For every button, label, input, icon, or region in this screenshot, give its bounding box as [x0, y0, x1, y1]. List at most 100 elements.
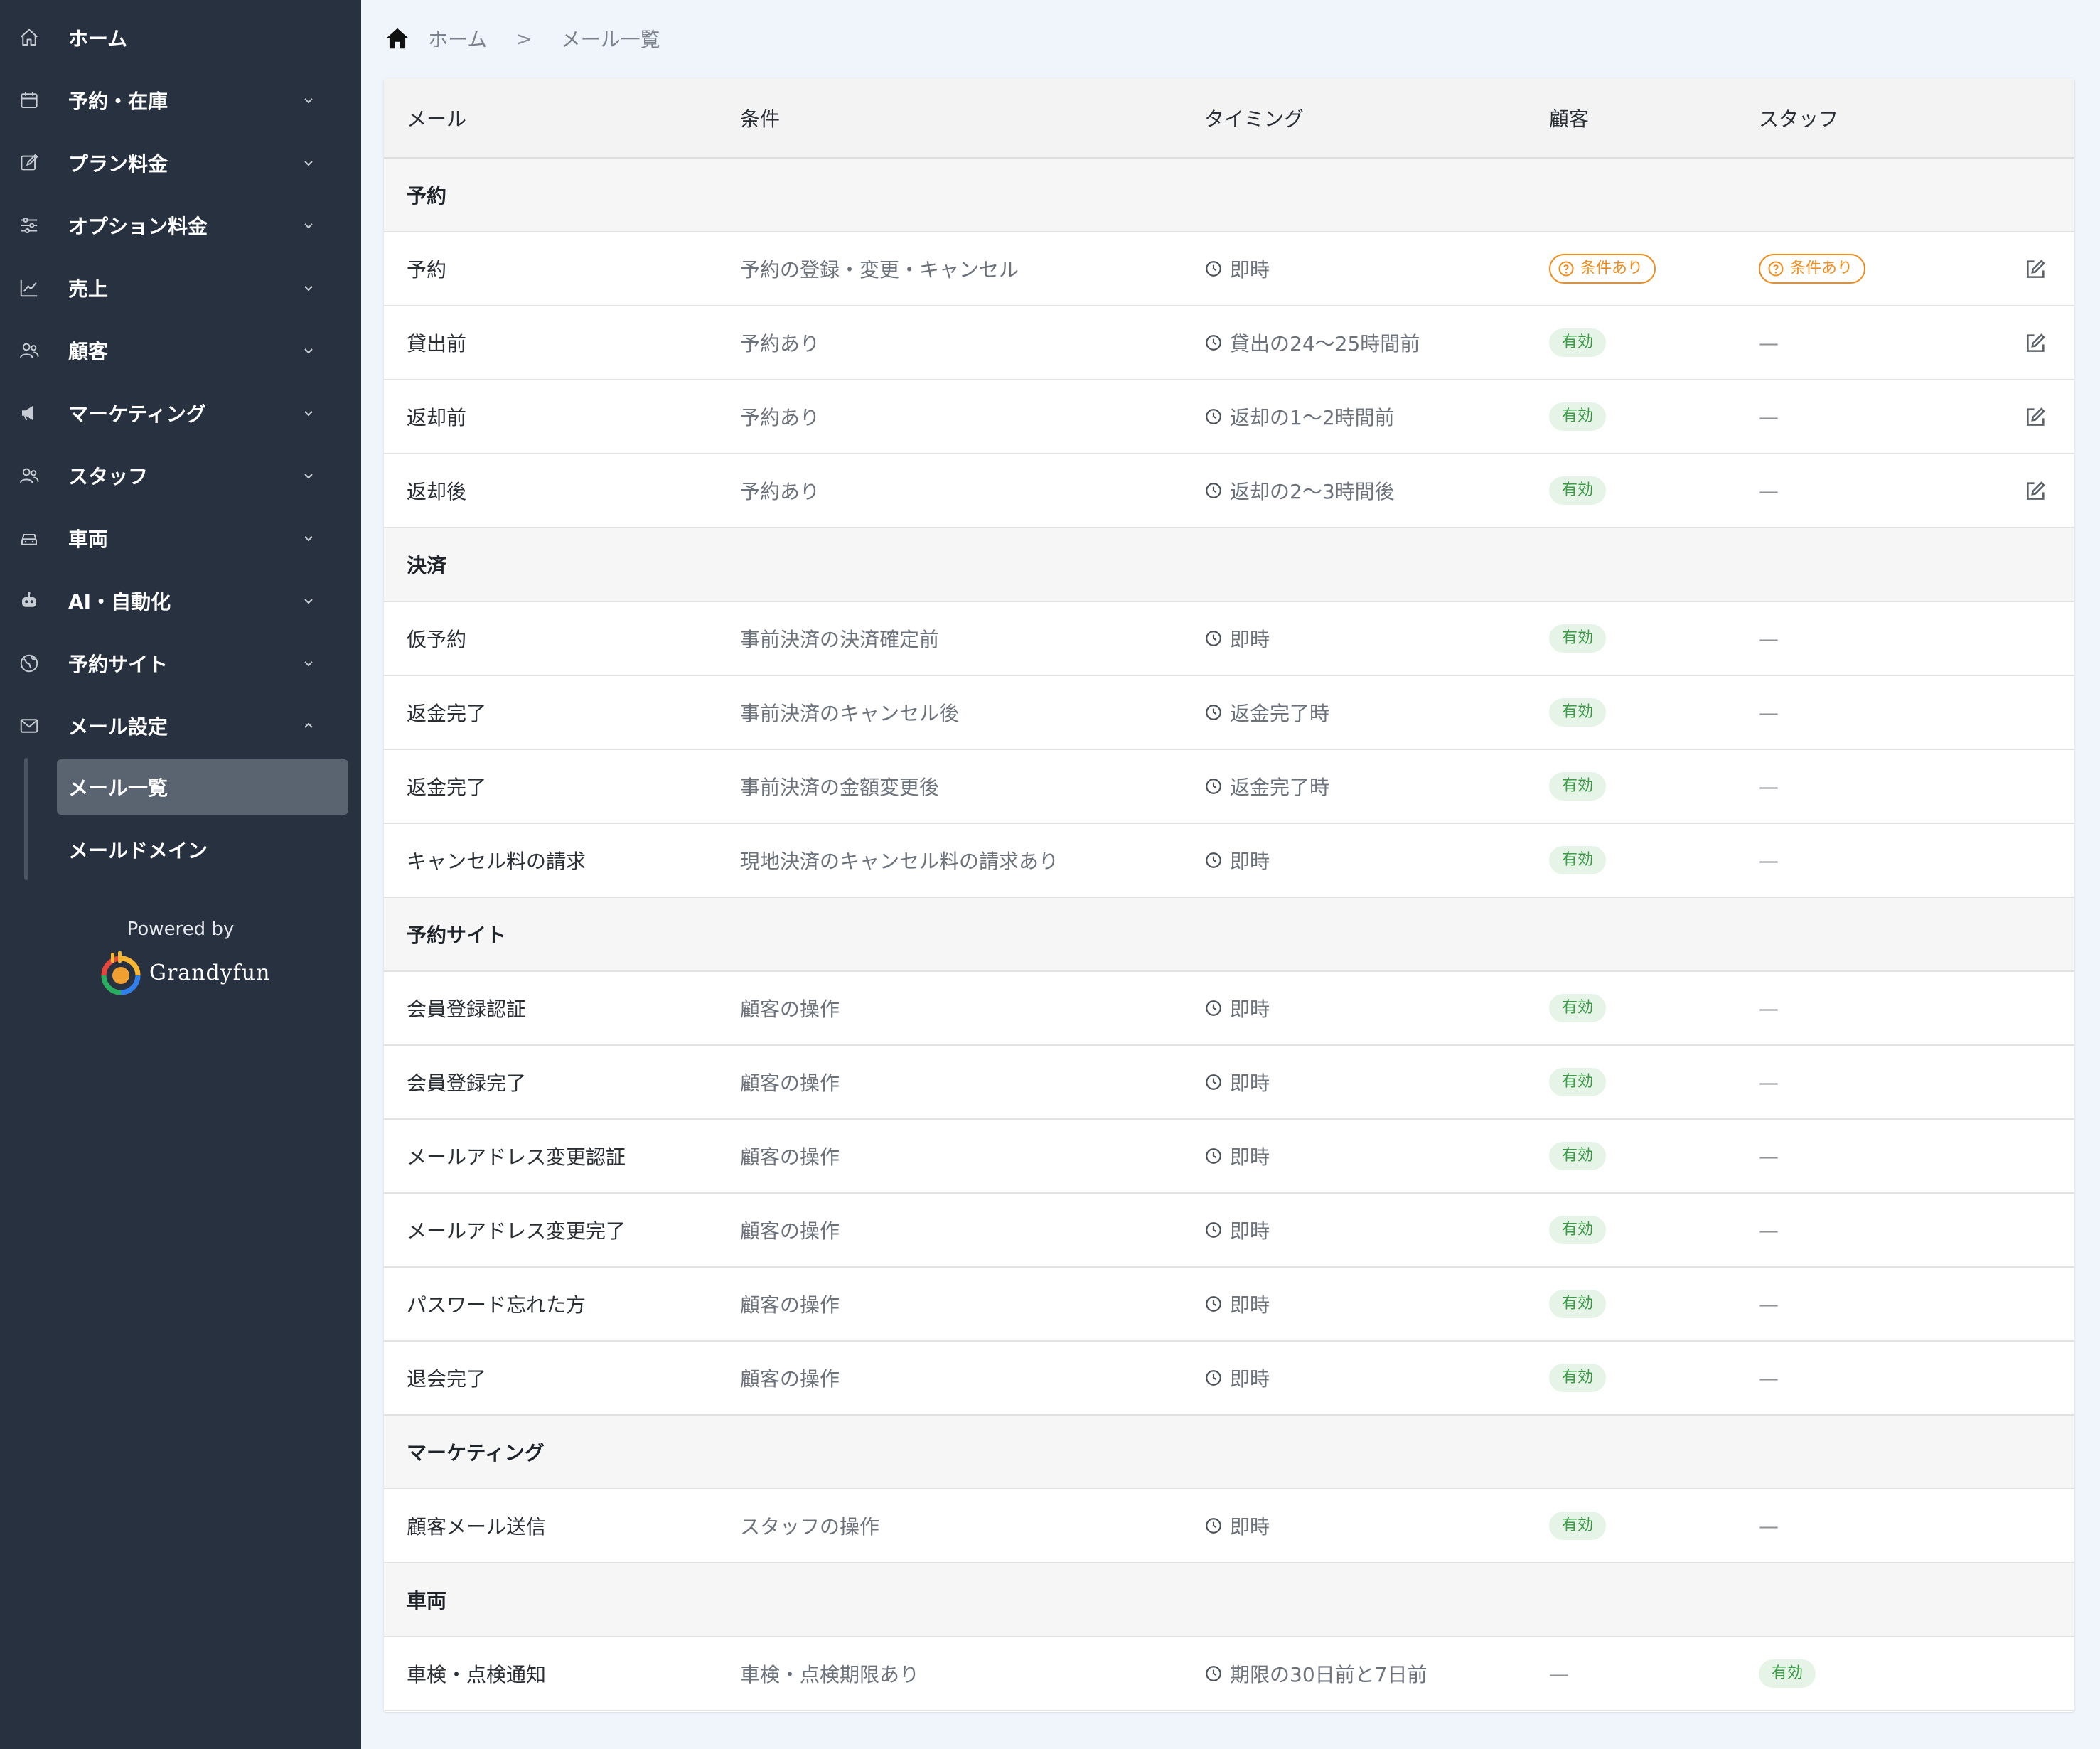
staff-status-cell: —: [1736, 380, 1985, 454]
sidebar: Powered by Grandyfun ホーム 予約・在庫 プラン料金 オプション料…: [0, 0, 361, 1749]
mail-name-cell: 退会完了: [384, 1341, 717, 1416]
timing-value: 貸出の24〜25時間前: [1204, 328, 1420, 357]
table-row: 会員登録認証 顧客の操作 即時 有効 —: [384, 971, 2074, 1046]
timing-value: 即時: [1204, 994, 1270, 1022]
section-title: 車両: [384, 1563, 2074, 1637]
edit-icon[interactable]: [2023, 478, 2047, 502]
clock-icon: [1204, 1517, 1223, 1535]
calendar-icon: [17, 88, 41, 112]
mail-name-cell: 返金完了: [384, 749, 717, 824]
staff-status-cell: 条件あり: [1736, 232, 1985, 306]
status-badge: 有効: [1549, 328, 1607, 357]
edit-icon[interactable]: [2023, 331, 2047, 354]
actions-cell: [1985, 1489, 2074, 1563]
timing-value: 即時: [1204, 1142, 1270, 1170]
conditional-badge-label: 条件あり: [1580, 260, 1644, 277]
mail-name-cell: 返却前: [384, 380, 717, 454]
column-header-customer: 顧客: [1526, 78, 1736, 159]
condition-cell: 事前決済のキャンセル後: [717, 675, 1182, 750]
sidebar-item-7[interactable]: スタッフ: [0, 451, 361, 501]
condition-cell: 予約あり: [717, 306, 1182, 380]
clock-icon: [1204, 629, 1223, 648]
globe-icon: [17, 651, 41, 675]
breadcrumb-home-link[interactable]: ホーム: [428, 24, 487, 53]
condition-cell: 車検・点検期限あり: [717, 1637, 1182, 1711]
edit-icon[interactable]: [2023, 257, 2047, 280]
mail-name-cell: 仮予約: [384, 601, 717, 676]
sidebar-item-0[interactable]: ホーム: [0, 13, 361, 63]
timing-value: 返金完了時: [1204, 698, 1329, 727]
condition-cell: 顧客の操作: [717, 1193, 1182, 1268]
mail-name-cell: キャンセル料の請求: [384, 823, 717, 898]
timing-text: 即時: [1230, 1219, 1270, 1243]
mail-name-cell: 貸出前: [384, 306, 717, 380]
section-title: 予約サイト: [384, 897, 2074, 972]
customer-status-cell: —: [1526, 1637, 1736, 1711]
actions-cell: [1985, 306, 2074, 380]
sidebar-item-8[interactable]: 車両: [0, 513, 361, 563]
timing-value: 即時: [1204, 1290, 1270, 1318]
table-row: パスワード忘れた方 顧客の操作 即時 有効 —: [384, 1267, 2074, 1342]
timing-text: 返却の2〜3時間後: [1230, 480, 1395, 503]
customer-status-cell: 有効: [1526, 675, 1736, 750]
customer-status-cell: 有効: [1526, 1193, 1736, 1268]
timing-cell: 即時: [1182, 1267, 1526, 1342]
clock-icon: [1204, 1147, 1223, 1165]
staff-status-cell: 有効: [1736, 1637, 1985, 1711]
clock-icon: [1204, 260, 1223, 278]
timing-text: 即時: [1230, 997, 1270, 1021]
column-header-timing: タイミング: [1182, 78, 1526, 159]
sidebar-item-4[interactable]: 売上: [0, 263, 361, 313]
table-header-row: メール 条件 タイミング 顧客 スタッフ: [384, 78, 2074, 159]
condition-cell: 現地決済のキャンセル料の請求あり: [717, 823, 1182, 898]
empty-dash: —: [1759, 1144, 1779, 1168]
empty-dash: —: [1759, 405, 1779, 429]
chevron-down-icon: [301, 656, 316, 670]
status-badge: 有効: [1549, 1290, 1607, 1318]
clock-icon: [1204, 1073, 1223, 1091]
sidebar-item-3[interactable]: オプション料金: [0, 200, 361, 250]
mail-name-cell: 返金完了: [384, 675, 717, 750]
sidebar-item-5[interactable]: 顧客: [0, 326, 361, 375]
section-row: 車両: [384, 1563, 2074, 1637]
customer-status-cell: 有効: [1526, 1119, 1736, 1194]
status-badge: 有効: [1549, 772, 1607, 801]
timing-value: 即時: [1204, 624, 1270, 653]
mail-name-cell: 車検・点検通知: [384, 1637, 717, 1711]
table-row: 貸出前 予約あり 貸出の24〜25時間前 有効 —: [384, 306, 2074, 380]
timing-value: 即時: [1204, 1216, 1270, 1244]
sidebar-subitem-0[interactable]: メール一覧: [57, 759, 348, 815]
sidebar-item-11[interactable]: メール設定: [0, 701, 361, 751]
sidebar-subitem-1[interactable]: メールドメイン: [57, 822, 348, 877]
sidebar-item-1[interactable]: 予約・在庫: [0, 75, 361, 125]
sidebar-item-6[interactable]: マーケティング: [0, 388, 361, 438]
staff-status-cell: —: [1736, 1119, 1985, 1194]
timing-cell: 即時: [1182, 971, 1526, 1046]
empty-dash: —: [1759, 774, 1779, 798]
table-row: 顧客メール送信 スタッフの操作 即時 有効 —: [384, 1489, 2074, 1563]
table-row: キャンセル料の請求 現地決済のキャンセル料の請求あり 即時 有効 —: [384, 823, 2074, 898]
brand-name: Grandyfun: [149, 960, 271, 985]
edit-icon[interactable]: [2023, 405, 2047, 428]
clock-icon: [1204, 1369, 1223, 1387]
section-row: 予約: [384, 158, 2074, 232]
condition-cell: スタッフの操作: [717, 1489, 1182, 1563]
chevron-down-icon: [301, 406, 316, 420]
status-badge: 有効: [1549, 624, 1607, 653]
sidebar-item-2[interactable]: プラン料金: [0, 138, 361, 188]
home-icon[interactable]: [384, 25, 411, 52]
actions-cell: [1985, 380, 2074, 454]
sidebar-item-10[interactable]: 予約サイト: [0, 638, 361, 688]
section-title: マーケティング: [384, 1415, 2074, 1489]
table-body: 予約 予約 予約の登録・変更・キャンセル 即時 条件あり 条件あり 貸出前 予約あり 貸出の24…: [384, 158, 2074, 1711]
timing-cell: 期限の30日前と7日前: [1182, 1637, 1526, 1711]
column-header-mail: メール: [384, 78, 717, 159]
condition-cell: 顧客の操作: [717, 971, 1182, 1046]
clock-icon: [1204, 407, 1223, 426]
home-icon: [17, 26, 41, 50]
staff-status-cell: —: [1736, 675, 1985, 750]
actions-cell: [1985, 971, 2074, 1046]
chevron-down-icon: [301, 469, 316, 483]
breadcrumb: ホーム > メール一覧: [384, 20, 660, 57]
sidebar-item-9[interactable]: AI・自動化: [0, 576, 361, 626]
